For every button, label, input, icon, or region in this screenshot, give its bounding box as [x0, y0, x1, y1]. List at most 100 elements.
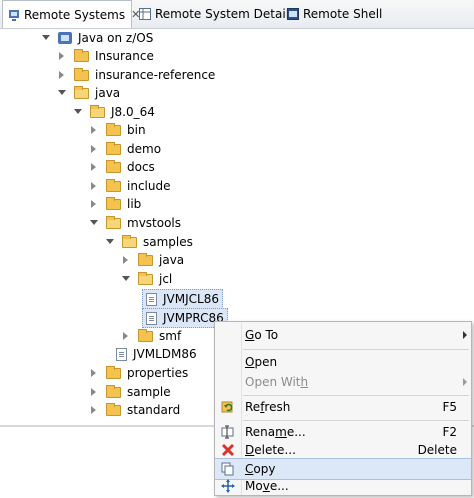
menu-item-label: Delete...: [245, 443, 296, 457]
expand-toggle-icon[interactable]: [120, 330, 132, 342]
tab-label: Remote Shell: [303, 7, 383, 21]
system-connection-icon: [58, 32, 72, 44]
tree-item-label: lib: [127, 197, 142, 211]
tree-item-jvmldm86[interactable]: JVMLDM86: [116, 345, 197, 363]
folder-open-icon: [122, 234, 137, 248]
expand-toggle-icon[interactable]: [56, 69, 68, 81]
menu-item-refresh[interactable]: Refresh F5: [215, 396, 471, 418]
tab-label: Remote Systems: [24, 7, 126, 22]
details-table-icon: [139, 8, 151, 20]
menu-item-move[interactable]: Move...: [215, 475, 471, 497]
expand-toggle-icon[interactable]: [88, 143, 100, 155]
folder-icon: [106, 159, 121, 173]
tree-item-label: insurance-reference: [95, 68, 216, 82]
tree-item-label: mvstools: [127, 216, 182, 230]
tree-item-java-samples[interactable]: java: [120, 251, 184, 269]
expand-toggle-icon[interactable]: [104, 236, 116, 248]
folder-open-icon: [74, 85, 89, 99]
tree-item-j8-0-64[interactable]: J8.0_64: [72, 103, 155, 121]
folder-icon: [138, 328, 153, 342]
tree-item-demo[interactable]: demo: [88, 140, 161, 158]
menu-shortcut: F5: [442, 400, 457, 414]
tree-item-label: JVMJCL86: [163, 292, 219, 306]
remote-systems-icon: [8, 9, 20, 21]
menu-separator: [243, 349, 469, 350]
menu-item-go-to[interactable]: Go To: [215, 324, 471, 346]
tree-item-label: java: [159, 253, 185, 267]
menu-item-open[interactable]: Open: [215, 351, 471, 373]
folder-icon: [106, 402, 121, 416]
folder-icon: [106, 384, 121, 398]
tree-item-jcl[interactable]: jcl: [120, 270, 172, 288]
tab-remote-systems[interactable]: Remote Systems ✕: [2, 0, 140, 28]
tree-item-label: properties: [127, 366, 189, 380]
tree-item-label: standard: [127, 403, 181, 417]
tree-item-label: jcl: [159, 272, 173, 286]
tree-item-docs[interactable]: docs: [88, 158, 155, 176]
menu-item-label: Go To: [245, 328, 279, 342]
tree-item-java-on-zos[interactable]: Java on z/OS: [40, 29, 153, 47]
expand-toggle-icon[interactable]: [88, 404, 100, 416]
expand-toggle-icon[interactable]: [88, 386, 100, 398]
tree-item-mvstools[interactable]: mvstools: [88, 214, 181, 232]
menu-shortcut: Delete: [417, 443, 457, 457]
folder-icon: [106, 196, 121, 210]
tree-item-label: sample: [127, 385, 171, 399]
menu-item-label: Refresh: [245, 400, 291, 414]
tree-item-smf[interactable]: smf: [120, 327, 181, 345]
tree-item-label: Insurance: [95, 49, 154, 63]
tree-item-label: demo: [127, 142, 162, 156]
expand-toggle-icon[interactable]: [56, 50, 68, 62]
folder-icon: [74, 67, 89, 81]
expand-toggle-icon[interactable]: [88, 217, 100, 229]
menu-item-label: Rename...: [245, 425, 306, 439]
tree-item-label: Java on z/OS: [78, 31, 154, 45]
file-icon: [116, 347, 127, 361]
folder-icon: [106, 178, 121, 192]
expand-toggle-icon[interactable]: [56, 87, 68, 99]
tree-item-insurance[interactable]: Insurance: [56, 47, 154, 65]
tab-remote-system-details[interactable]: Remote System Details: [134, 0, 295, 28]
expand-toggle-icon[interactable]: [120, 254, 132, 266]
tree-item-properties[interactable]: properties: [88, 364, 188, 382]
shell-icon: [287, 8, 299, 20]
submenu-arrow-icon: [463, 331, 467, 339]
tab-label: Remote System Details: [155, 7, 296, 21]
expand-toggle-icon[interactable]: [88, 161, 100, 173]
folder-open-icon: [90, 104, 105, 118]
tree-item-label: docs: [127, 160, 155, 174]
expand-toggle-icon[interactable]: [88, 124, 100, 136]
menu-item-label: Move...: [245, 479, 289, 493]
tree-item-standard[interactable]: standard: [88, 401, 180, 419]
file-icon: [146, 292, 157, 306]
menu-item-label: Copy: [245, 462, 276, 476]
tree-item-insurance-reference[interactable]: insurance-reference: [56, 66, 215, 84]
submenu-arrow-icon: [463, 378, 467, 386]
expand-toggle-icon[interactable]: [88, 198, 100, 210]
tree-item-bin[interactable]: bin: [88, 121, 146, 139]
refresh-icon: [221, 400, 235, 414]
menu-item-open-with[interactable]: Open With: [215, 371, 471, 393]
tree-item-lib[interactable]: lib: [88, 195, 141, 213]
expand-toggle-icon[interactable]: [88, 367, 100, 379]
expand-toggle-icon[interactable]: [88, 180, 100, 192]
expand-toggle-icon[interactable]: [72, 106, 84, 118]
menu-shortcut: F2: [442, 425, 457, 439]
tree-item-sample[interactable]: sample: [88, 383, 171, 401]
folder-icon: [106, 122, 121, 136]
menu-item-label: Open: [245, 355, 278, 369]
tree-item-label: bin: [127, 123, 146, 137]
tree-item-label: smf: [159, 329, 182, 343]
folder-icon: [74, 48, 89, 62]
folder-icon: [106, 141, 121, 155]
tree-item-samples[interactable]: samples: [104, 233, 193, 251]
tree-item-java[interactable]: java: [56, 84, 120, 102]
tree-item-label: samples: [143, 235, 193, 249]
tree-item-include[interactable]: include: [88, 177, 170, 195]
file-icon: [146, 311, 157, 325]
expand-toggle-icon[interactable]: [40, 32, 52, 44]
tree-item-label: java: [95, 86, 121, 100]
expand-toggle-icon[interactable]: [120, 273, 132, 285]
tree-item-jvmjcl86[interactable]: JVMJCL86: [142, 289, 223, 309]
tab-remote-shell[interactable]: Remote Shell: [282, 0, 382, 28]
